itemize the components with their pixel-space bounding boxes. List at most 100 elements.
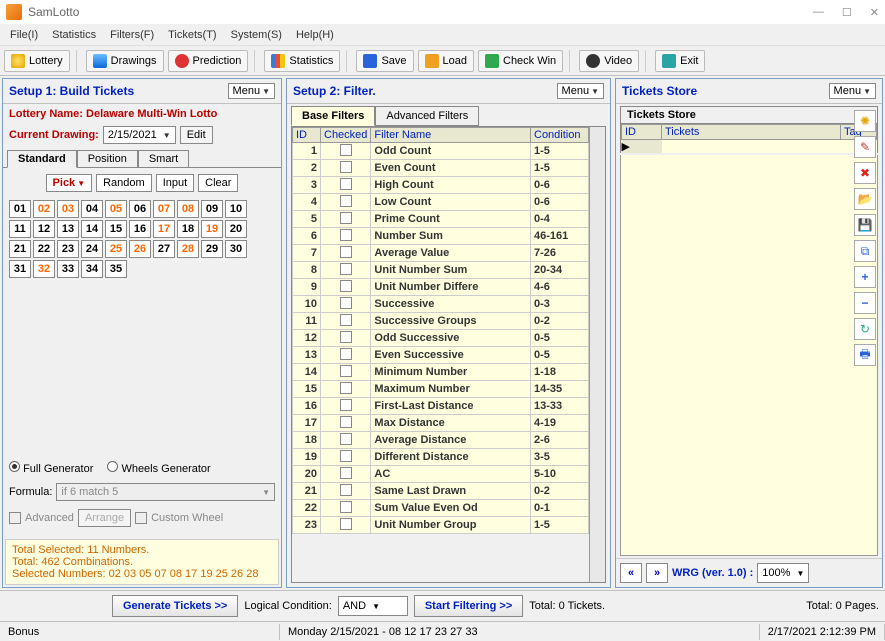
table-row[interactable]: 23Unit Number Group1-5 — [293, 517, 589, 534]
col-checked[interactable]: Checked — [321, 128, 371, 143]
random-button[interactable]: Random — [96, 174, 152, 192]
side-open-button[interactable]: 📂 — [854, 188, 876, 210]
cell-checked[interactable] — [321, 194, 371, 211]
input-button[interactable]: Input — [156, 174, 194, 192]
col-ts-tickets[interactable]: Tickets — [662, 125, 841, 140]
cell-checked[interactable] — [321, 381, 371, 398]
cell-checked[interactable] — [321, 517, 371, 534]
exit-button[interactable]: Exit — [655, 50, 705, 72]
number-cell[interactable]: 23 — [57, 240, 79, 258]
number-cell[interactable]: 16 — [129, 220, 151, 238]
cell-checked[interactable] — [321, 143, 371, 160]
table-row[interactable]: 17Max Distance4-19 — [293, 415, 589, 432]
cell-checked[interactable] — [321, 330, 371, 347]
table-row[interactable]: 9Unit Number Differe4-6 — [293, 279, 589, 296]
number-cell[interactable]: 27 — [153, 240, 175, 258]
table-row[interactable]: 21Same Last Drawn0-2 — [293, 483, 589, 500]
number-cell[interactable]: 05 — [105, 200, 127, 218]
video-button[interactable]: Video — [579, 50, 639, 72]
col-id[interactable]: ID — [293, 128, 321, 143]
number-cell[interactable]: 35 — [105, 260, 127, 278]
tab-position[interactable]: Position — [77, 150, 138, 167]
number-cell[interactable]: 19 — [201, 220, 223, 238]
number-cell[interactable]: 04 — [81, 200, 103, 218]
number-cell[interactable]: 30 — [225, 240, 247, 258]
cell-checked[interactable] — [321, 364, 371, 381]
table-row[interactable]: 11Successive Groups0-2 — [293, 313, 589, 330]
side-add-button[interactable]: + — [854, 266, 876, 288]
menu-tickets[interactable]: Tickets(T) — [164, 27, 220, 43]
table-row[interactable]: 15Maximum Number14-35 — [293, 381, 589, 398]
table-row[interactable]: 10Successive0-3 — [293, 296, 589, 313]
table-row[interactable]: 4Low Count0-6 — [293, 194, 589, 211]
prediction-button[interactable]: Prediction — [168, 50, 249, 72]
number-cell[interactable]: 34 — [81, 260, 103, 278]
col-condition[interactable]: Condition — [531, 128, 589, 143]
filter-scrollbar[interactable] — [589, 127, 605, 582]
zoom-select[interactable]: 100% — [757, 563, 809, 583]
close-button[interactable]: ✕ — [870, 6, 879, 19]
generate-tickets-button[interactable]: Generate Tickets >> — [112, 595, 238, 617]
side-save-button[interactable]: 💾 — [854, 214, 876, 236]
number-cell[interactable]: 14 — [81, 220, 103, 238]
number-cell[interactable]: 24 — [81, 240, 103, 258]
number-cell[interactable]: 03 — [57, 200, 79, 218]
table-row[interactable]: 8Unit Number Sum20-34 — [293, 262, 589, 279]
table-row[interactable]: 6Number Sum46-161 — [293, 228, 589, 245]
number-cell[interactable]: 02 — [33, 200, 55, 218]
table-row[interactable]: 12Odd Successive0-5 — [293, 330, 589, 347]
number-cell[interactable]: 31 — [9, 260, 31, 278]
fullgen-radio[interactable]: Full Generator — [9, 461, 93, 475]
table-row[interactable]: 7Average Value7-26 — [293, 245, 589, 262]
pick-button[interactable]: Pick — [46, 174, 93, 192]
side-print-button[interactable]: 🖶 — [854, 344, 876, 366]
cell-checked[interactable] — [321, 398, 371, 415]
number-cell[interactable]: 08 — [177, 200, 199, 218]
number-cell[interactable]: 15 — [105, 220, 127, 238]
number-cell[interactable]: 22 — [33, 240, 55, 258]
load-button[interactable]: Load — [418, 50, 474, 72]
number-cell[interactable]: 07 — [153, 200, 175, 218]
table-row[interactable]: 18Average Distance2-6 — [293, 432, 589, 449]
number-cell[interactable]: 29 — [201, 240, 223, 258]
menu-statistics[interactable]: Statistics — [48, 27, 100, 43]
minimize-button[interactable]: — — [813, 6, 824, 19]
menu-help[interactable]: Help(H) — [292, 27, 338, 43]
number-cell[interactable]: 01 — [9, 200, 31, 218]
statistics-button[interactable]: Statistics — [264, 50, 340, 72]
side-edit-button[interactable]: ✎ — [854, 136, 876, 158]
cell-checked[interactable] — [321, 177, 371, 194]
menu-filters[interactable]: Filters(F) — [106, 27, 158, 43]
cell-checked[interactable] — [321, 279, 371, 296]
edit-button[interactable]: Edit — [180, 126, 213, 144]
tab-advanced-filters[interactable]: Advanced Filters — [375, 106, 479, 126]
menu-system[interactable]: System(S) — [227, 27, 286, 43]
panel1-menu-button[interactable]: Menu — [228, 83, 275, 99]
table-row[interactable]: 13Even Successive0-5 — [293, 347, 589, 364]
cell-checked[interactable] — [321, 211, 371, 228]
col-ts-id[interactable]: ID — [622, 125, 662, 140]
number-cell[interactable]: 26 — [129, 240, 151, 258]
table-row[interactable]: 16First-Last Distance13-33 — [293, 398, 589, 415]
cell-checked[interactable] — [321, 296, 371, 313]
col-filtername[interactable]: Filter Name — [371, 128, 531, 143]
number-cell[interactable]: 32 — [33, 260, 55, 278]
formula-combo[interactable]: if 6 match 5 — [56, 483, 275, 501]
cell-checked[interactable] — [321, 262, 371, 279]
table-row[interactable]: 3High Count0-6 — [293, 177, 589, 194]
number-cell[interactable]: 13 — [57, 220, 79, 238]
clear-button[interactable]: Clear — [198, 174, 238, 192]
number-cell[interactable]: 18 — [177, 220, 199, 238]
cell-checked[interactable] — [321, 313, 371, 330]
cell-checked[interactable] — [321, 483, 371, 500]
cell-checked[interactable] — [321, 449, 371, 466]
current-drawing-date[interactable]: 2/15/2021 — [103, 126, 176, 144]
table-row[interactable]: 2Even Count1-5 — [293, 160, 589, 177]
cell-checked[interactable] — [321, 432, 371, 449]
side-refresh-button[interactable]: ↻ — [854, 318, 876, 340]
table-row[interactable]: ▶ — [622, 140, 877, 154]
table-row[interactable]: 14Minimum Number1-18 — [293, 364, 589, 381]
number-cell[interactable]: 10 — [225, 200, 247, 218]
checkwin-button[interactable]: Check Win — [478, 50, 563, 72]
number-cell[interactable]: 06 — [129, 200, 151, 218]
